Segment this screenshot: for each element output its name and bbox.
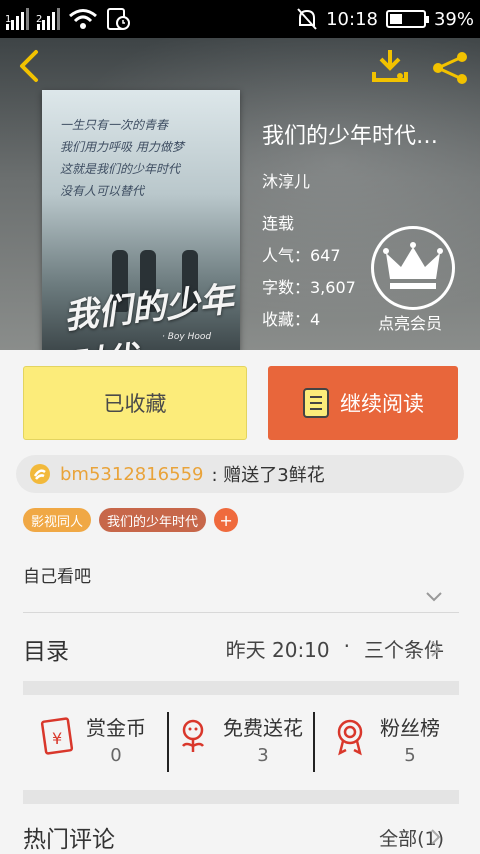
gift-notice[interactable]: bm5312816559 : 赠送了3鲜花 (16, 455, 464, 493)
tag-item[interactable]: 我们的少年时代 (99, 508, 207, 532)
storage-clock-icon (107, 8, 130, 30)
book-status: 连载 (262, 214, 295, 233)
book-header: 一生只有一次的青春 我们用力呼吸 用力做梦 这就是我们的少年时代 没有人可以替代… (0, 38, 480, 350)
divider (23, 612, 459, 613)
download-icon[interactable] (370, 48, 410, 84)
hot-comments-label: 热门评论 (23, 827, 115, 853)
clock: 10:18 (326, 8, 378, 30)
svg-text:¥: ¥ (52, 729, 62, 748)
book-word-count: 字数：3,607 (262, 278, 356, 297)
fan-ranking-label: 粉丝榜 (380, 716, 440, 740)
mute-bell-icon (297, 8, 317, 30)
book-icon (303, 388, 329, 418)
chevron-down-icon[interactable] (425, 590, 443, 604)
section-separator (23, 681, 459, 695)
status-bar: 1 2 10:18 39% (0, 0, 480, 38)
gift-message: : 赠送了3鲜花 (211, 465, 325, 486)
share-icon[interactable] (430, 50, 470, 86)
fan-ranking-value: 5 (404, 745, 416, 766)
send-flower-label: 免费送花 (223, 716, 303, 740)
wifi-icon (69, 9, 97, 29)
toc-updated-time: 昨天 20:10 (225, 638, 330, 662)
tag-item[interactable]: 影视同人 (23, 508, 92, 532)
toc-dot: · (343, 634, 350, 658)
favorited-label: 已收藏 (103, 392, 167, 416)
cover-title-art: 我们的少年时代 (62, 279, 236, 350)
cover-subtitle: · Boy Hood (162, 332, 212, 342)
reward-coins-label: 赏金币 (86, 716, 146, 740)
gift-username[interactable]: bm5312816559 (60, 464, 203, 485)
tag-list: 影视同人 我们的少年时代 + (23, 508, 239, 532)
medal-icon (337, 719, 363, 756)
battery-percent: 39% (433, 8, 474, 30)
crown-icon (383, 242, 443, 289)
book-description: 自己看吧 (23, 567, 91, 587)
toc-label: 目录 (23, 639, 69, 665)
battery-icon (385, 10, 429, 28)
cover-poem: 一生只有一次的青春 我们用力呼吸 用力做梦 这就是我们的少年时代 没有人可以替代 (60, 118, 184, 198)
send-flower-value: 3 (257, 745, 269, 766)
book-title: 我们的少年时代… (262, 124, 439, 149)
back-arrow-icon[interactable] (12, 46, 48, 86)
favorited-button[interactable]: 已收藏 (23, 366, 247, 440)
signal-sim1-icon: 1 (5, 8, 29, 30)
reward-coins-button[interactable]: ¥ 赏金币 0 (36, 712, 146, 772)
send-flower-button[interactable]: 免费送花 3 (173, 712, 303, 772)
add-tag-button[interactable]: + (214, 508, 239, 532)
divider (313, 712, 315, 772)
reward-coins-value: 0 (110, 745, 122, 766)
vip-label[interactable]: 点亮会员 (378, 310, 442, 334)
flower-gift-icon (30, 464, 50, 484)
fan-ranking-button[interactable]: 粉丝榜 5 (330, 712, 440, 772)
red-envelope-icon: ¥ (40, 717, 74, 755)
continue-reading-button[interactable]: 继续阅读 (268, 366, 458, 440)
book-favorites: 收藏：4 (262, 310, 321, 329)
flower-icon (182, 719, 204, 752)
continue-reading-label: 继续阅读 (340, 392, 424, 416)
book-popularity: 人气：647 (262, 246, 341, 265)
book-author[interactable]: 沐淳儿 (262, 168, 310, 192)
section-separator (23, 790, 459, 804)
chevron-right-icon (431, 641, 441, 657)
vip-button[interactable] (371, 226, 455, 310)
chevron-right-icon (431, 829, 441, 845)
divider (167, 712, 169, 772)
signal-sim2-icon: 2 (36, 8, 60, 30)
book-cover[interactable]: 一生只有一次的青春 我们用力呼吸 用力做梦 这就是我们的少年时代 没有人可以替代… (42, 90, 240, 350)
